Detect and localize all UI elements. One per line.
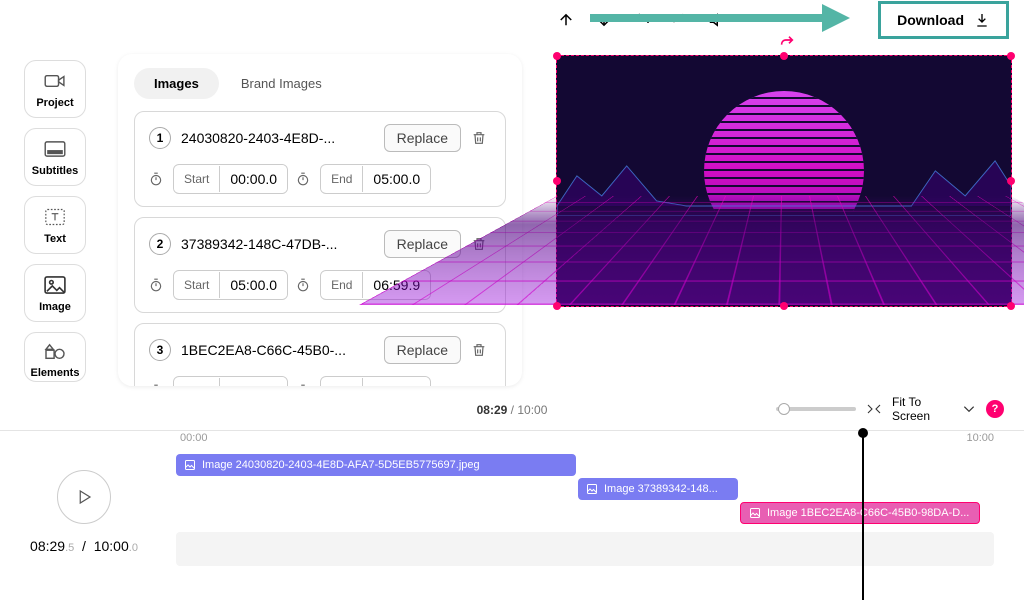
empty-track[interactable] (176, 532, 994, 566)
image-index: 2 (149, 233, 171, 255)
play-button[interactable] (57, 470, 111, 524)
zoom-slider[interactable] (776, 407, 856, 411)
resize-handle[interactable] (780, 302, 788, 310)
image-filename: 37389342-148C-47DB-... (181, 236, 374, 252)
download-label: Download (897, 12, 964, 28)
image-icon (43, 275, 67, 295)
sidebar-item-elements[interactable]: Elements (24, 332, 86, 382)
top-toolbar: Download (0, 0, 1024, 40)
timeline-clip[interactable]: Image 37389342-148... (578, 478, 738, 500)
fit-icon[interactable] (866, 403, 882, 415)
panel-tabs: Images Brand Images (134, 68, 506, 99)
stopwatch-icon (296, 172, 312, 186)
timecode: 08:29.5 / 10:00.0 (24, 538, 144, 554)
image-index: 3 (149, 339, 171, 361)
fit-to-screen-label[interactable]: Fit To Screen (892, 395, 952, 424)
redo-highlight-icon (779, 34, 795, 50)
trash-icon[interactable] (471, 129, 491, 147)
replace-button[interactable]: Replace (384, 336, 461, 364)
stopwatch-icon (296, 384, 312, 386)
image-card: 3 1BEC2EA8-C66C-45B0-... Replace Start06… (134, 323, 506, 386)
image-panel: Images Brand Images 1 24030820-2403-4E8D… (118, 54, 522, 386)
start-time-input[interactable]: Start06:59.9 (173, 376, 288, 386)
help-badge[interactable]: ? (986, 400, 1004, 418)
sidebar-item-label: Project (36, 97, 73, 109)
tab-images[interactable]: Images (134, 68, 219, 99)
stopwatch-icon (149, 278, 165, 292)
sidebar-item-label: Subtitles (32, 165, 78, 177)
stopwatch-icon (149, 384, 165, 386)
stopwatch-icon (296, 278, 312, 292)
resize-handle[interactable] (553, 177, 561, 185)
image-filename: 1BEC2EA8-C66C-45B0-... (181, 342, 374, 358)
start-time-input[interactable]: Start05:00.0 (173, 270, 288, 300)
end-time-input[interactable]: End10:00.0 (320, 376, 431, 386)
sidebar-item-label: Image (39, 301, 71, 313)
end-time-input[interactable]: End05:00.0 (320, 164, 431, 194)
divider (0, 430, 1024, 431)
stopwatch-icon (149, 172, 165, 186)
download-button[interactable]: Download (878, 1, 1009, 39)
resize-handle[interactable] (1007, 177, 1015, 185)
left-sidebar: Project Subtitles Text Image Elements (10, 60, 100, 382)
image-card: 1 24030820-2403-4E8D-... Replace Start00… (134, 111, 506, 207)
resize-handle[interactable] (1007, 52, 1015, 60)
image-filename: 24030820-2403-4E8D-... (181, 130, 374, 146)
timeline-ruler: 00:00 10:00 (176, 432, 994, 450)
resize-handle[interactable] (553, 302, 561, 310)
replace-button[interactable]: Replace (384, 124, 461, 152)
sidebar-item-subtitles[interactable]: Subtitles (24, 128, 86, 186)
zoom-knob[interactable] (778, 403, 790, 415)
resize-handle[interactable] (1007, 302, 1015, 310)
timeline-controls-right: Fit To Screen ? (776, 395, 1004, 424)
subtitles-icon (43, 139, 67, 159)
trash-icon[interactable] (471, 341, 491, 359)
shapes-icon (43, 343, 67, 361)
timeline-tracks: Image 24030820-2403-4E8D-AFA7-5D5EB57756… (176, 454, 994, 476)
sidebar-item-text[interactable]: Text (24, 196, 86, 254)
timeline-clip[interactable]: Image 24030820-2403-4E8D-AFA7-5D5EB57756… (176, 454, 576, 476)
sidebar-item-project[interactable]: Project (24, 60, 86, 118)
timeline[interactable]: 00:00 10:00 Image 24030820-2403-4E8D-AFA… (176, 432, 994, 600)
canvas-preview[interactable] (556, 55, 1012, 307)
timeline-clip-selected[interactable]: Image 1BEC2EA8-C66C-45B0-98DA-D... (740, 502, 980, 524)
chevron-down-icon[interactable] (962, 404, 976, 414)
callout-arrow (590, 4, 850, 32)
arrow-up-icon[interactable] (554, 8, 578, 32)
resize-handle[interactable] (553, 52, 561, 60)
sidebar-item-label: Elements (31, 367, 80, 379)
start-time-input[interactable]: Start00:00.0 (173, 164, 288, 194)
camera-icon (43, 71, 67, 91)
tab-brand-images[interactable]: Brand Images (221, 68, 342, 99)
text-icon (43, 207, 67, 227)
sidebar-item-label: Text (44, 233, 66, 245)
resize-handle[interactable] (780, 52, 788, 60)
sidebar-item-image[interactable]: Image (24, 264, 86, 322)
playhead[interactable] (862, 432, 864, 600)
image-index: 1 (149, 127, 171, 149)
playback-controls: 08:29.5 / 10:00.0 (24, 470, 144, 554)
